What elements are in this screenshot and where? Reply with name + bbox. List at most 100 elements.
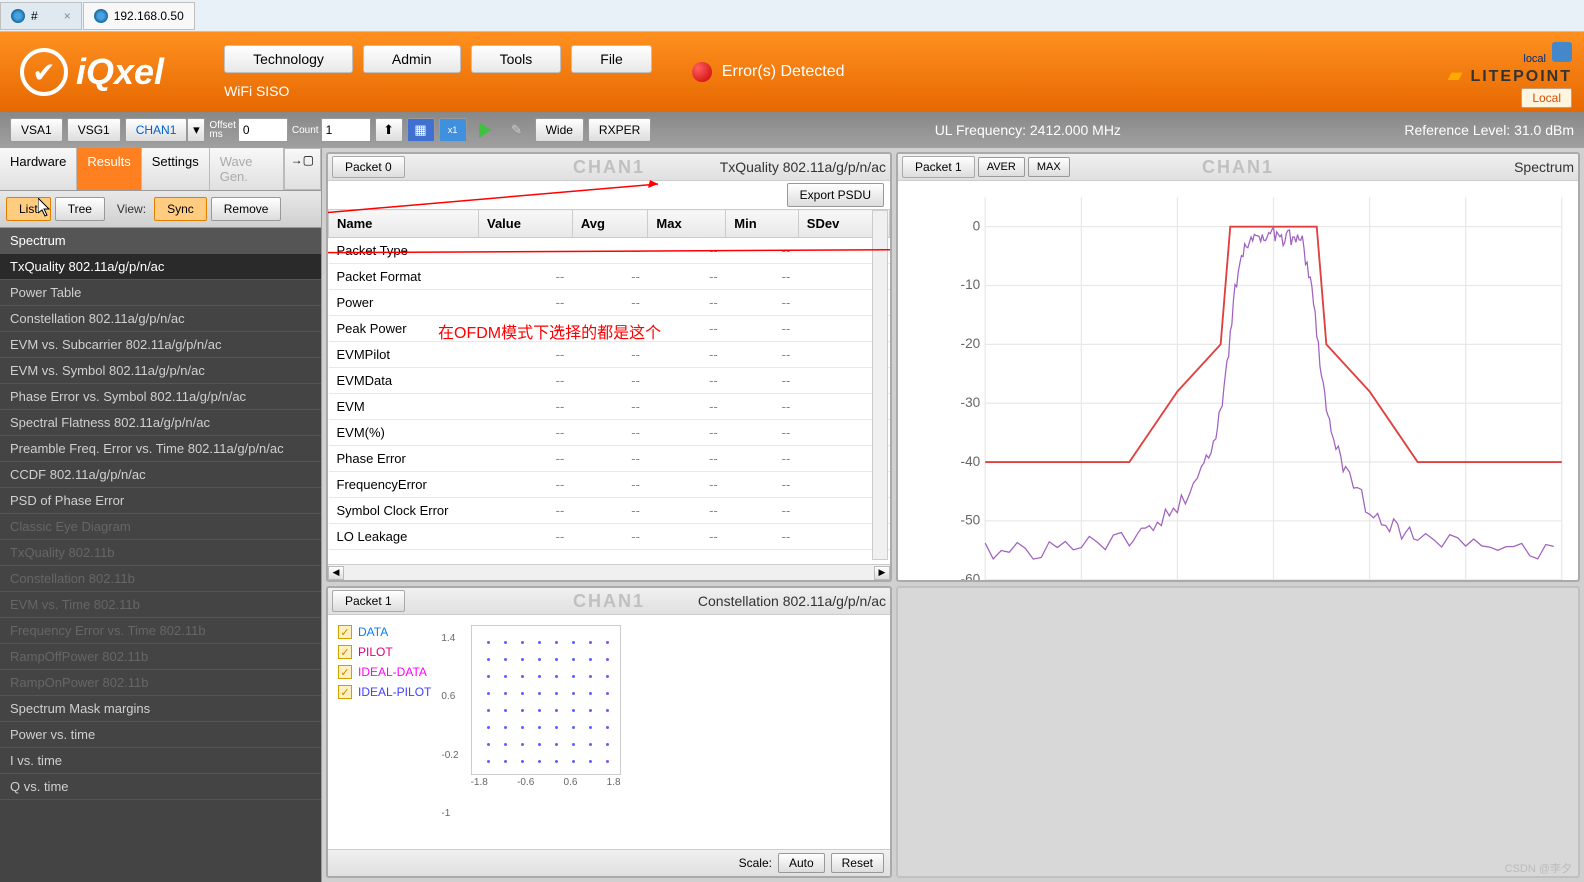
table-row: Packet Format----------: [329, 264, 890, 290]
reset-button[interactable]: Reset: [831, 853, 884, 873]
menu-file[interactable]: File: [571, 45, 652, 73]
constellation-plot[interactable]: [471, 625, 621, 775]
menu-tools[interactable]: Tools: [471, 45, 562, 73]
browser-tab-bar: # × 192.168.0.50: [0, 0, 1584, 32]
logo-icon: ✔: [20, 48, 68, 96]
result-item[interactable]: EVM vs. Symbol 802.11a/g/p/n/ac: [0, 358, 321, 384]
browser-tab-0[interactable]: # ×: [0, 2, 82, 30]
horizontal-scrollbar[interactable]: ◀ ▶: [328, 564, 890, 580]
spectrum-plot[interactable]: 0-10-20-30-40-50-60-60-40-200204060 Powe…: [898, 181, 1578, 582]
tree-button[interactable]: Tree: [55, 197, 105, 221]
legend-checkbox[interactable]: ✓: [338, 685, 352, 699]
result-item: TxQuality 802.11b: [0, 540, 321, 566]
result-item[interactable]: CCDF 802.11a/g/p/n/ac: [0, 462, 321, 488]
table-row: Packet Type----------: [329, 238, 890, 264]
vsg-button[interactable]: VSG1: [67, 118, 121, 142]
list-button[interactable]: List: [6, 197, 51, 221]
count-input[interactable]: [321, 118, 371, 142]
top-menu: Technology Admin Tools File: [224, 45, 652, 73]
column-header[interactable]: Min: [726, 210, 799, 238]
up-icon[interactable]: ⬆: [375, 118, 403, 142]
result-item[interactable]: PSD of Phase Error: [0, 488, 321, 514]
remove-button[interactable]: Remove: [211, 197, 282, 221]
menu-admin[interactable]: Admin: [363, 45, 461, 73]
user-icon[interactable]: [1552, 42, 1572, 62]
vertical-scrollbar[interactable]: [872, 210, 888, 560]
svg-text:-10: -10: [961, 277, 981, 292]
error-indicator: Error(s) Detected: [692, 62, 845, 82]
mode-label: WiFi SISO: [224, 83, 652, 99]
table-row: EVM----------: [329, 394, 890, 420]
legend-checkbox[interactable]: ✓: [338, 645, 352, 659]
logo: ✔ iQxel: [20, 48, 164, 96]
logo-text: iQxel: [76, 51, 164, 93]
calculator-icon[interactable]: ▦: [407, 118, 435, 142]
legend-label: IDEAL-PILOT: [358, 685, 431, 699]
offset-input[interactable]: [238, 118, 288, 142]
brand-area: local ▰ LITEPOINT Local: [1448, 42, 1572, 108]
close-icon[interactable]: ×: [64, 9, 71, 23]
channel-select[interactable]: CHAN1: [125, 118, 188, 142]
empty-panel: [896, 586, 1580, 878]
chevron-down-icon[interactable]: ▾: [187, 118, 205, 142]
result-item[interactable]: EVM vs. Subcarrier 802.11a/g/p/n/ac: [0, 332, 321, 358]
packet-tab[interactable]: Packet 1: [902, 156, 975, 178]
legend-checkbox[interactable]: ✓: [338, 625, 352, 639]
result-item[interactable]: Phase Error vs. Symbol 802.11a/g/p/n/ac: [0, 384, 321, 410]
result-item[interactable]: Preamble Freq. Error vs. Time 802.11a/g/…: [0, 436, 321, 462]
result-item[interactable]: Spectrum Mask margins: [0, 696, 321, 722]
tab-wavegen[interactable]: Wave Gen.: [210, 148, 284, 190]
menu-technology[interactable]: Technology: [224, 45, 353, 73]
result-item: RampOnPower 802.11b: [0, 670, 321, 696]
tag-icon[interactable]: x1: [439, 118, 467, 142]
brush-icon[interactable]: ✎: [503, 118, 531, 142]
ie-icon: [11, 9, 25, 23]
auto-button[interactable]: Auto: [778, 853, 825, 873]
txquality-panel: Packet 0 CHAN1 TxQuality 802.11a/g/p/n/a…: [326, 152, 892, 582]
tab-settings[interactable]: Settings: [142, 148, 210, 190]
sidebar-tabs: Hardware Results Settings Wave Gen. →▢: [0, 148, 321, 191]
column-header[interactable]: Avg: [572, 210, 648, 238]
result-item: EVM vs. Time 802.11b: [0, 592, 321, 618]
result-item[interactable]: Spectrum: [0, 228, 321, 254]
column-header[interactable]: Value: [479, 210, 573, 238]
result-item[interactable]: Power vs. time: [0, 722, 321, 748]
result-item[interactable]: Spectral Flatness 802.11a/g/p/n/ac: [0, 410, 321, 436]
constellation-legend: ✓DATA✓PILOT✓IDEAL-DATA✓IDEAL-PILOT: [338, 625, 431, 839]
result-list[interactable]: SpectrumTxQuality 802.11a/g/p/n/acPower …: [0, 228, 321, 882]
sync-button[interactable]: Sync: [154, 197, 207, 221]
packet-tab[interactable]: Packet 0: [332, 156, 405, 178]
tab-hardware[interactable]: Hardware: [0, 148, 77, 190]
scroll-left-icon[interactable]: ◀: [328, 566, 344, 580]
column-header[interactable]: Name: [329, 210, 479, 238]
result-item[interactable]: Q vs. time: [0, 774, 321, 800]
result-item[interactable]: Power Table: [0, 280, 321, 306]
aver-button[interactable]: AVER: [978, 157, 1025, 177]
result-item: Frequency Error vs. Time 802.11b: [0, 618, 321, 644]
tab-results[interactable]: Results: [77, 148, 141, 190]
scroll-right-icon[interactable]: ▶: [874, 566, 890, 580]
wide-button[interactable]: Wide: [535, 118, 584, 142]
max-button[interactable]: MAX: [1028, 157, 1070, 177]
legend-checkbox[interactable]: ✓: [338, 665, 352, 679]
result-item[interactable]: TxQuality 802.11a/g/p/n/ac: [0, 254, 321, 280]
ref-level-info: Reference Level: 31.0 dBm: [1404, 122, 1574, 138]
table-row: Peak Power----------: [329, 316, 890, 342]
result-item[interactable]: I vs. time: [0, 748, 321, 774]
vsa-button[interactable]: VSA1: [10, 118, 63, 142]
tab-title: #: [31, 9, 38, 23]
app-header: ✔ iQxel Technology Admin Tools File WiFi…: [0, 32, 1584, 112]
export-psdu-button[interactable]: Export PSDU: [787, 183, 884, 207]
column-header[interactable]: Max: [648, 210, 726, 238]
rxper-button[interactable]: RXPER: [588, 118, 651, 142]
watermark: CSDN @李夕: [1505, 860, 1572, 876]
packet-tab[interactable]: Packet 1: [332, 590, 405, 612]
channel-watermark: CHAN1: [573, 591, 645, 612]
browser-tab-1[interactable]: 192.168.0.50: [83, 2, 195, 30]
table-row: EVMData----------: [329, 368, 890, 394]
add-panel-button[interactable]: →▢: [284, 148, 321, 190]
result-item[interactable]: Constellation 802.11a/g/p/n/ac: [0, 306, 321, 332]
play-icon[interactable]: [471, 118, 499, 142]
sidebar-controls: List Tree View: Sync Remove: [0, 191, 321, 228]
local-button[interactable]: Local: [1521, 88, 1572, 108]
